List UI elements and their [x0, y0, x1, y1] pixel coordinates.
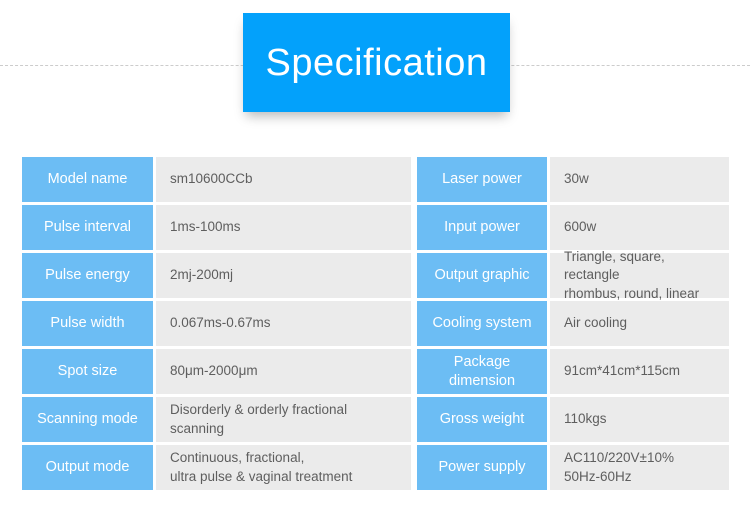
spec-label: Scanning mode: [22, 397, 153, 442]
table-row: Pulse energy 2mj-200mj: [22, 253, 411, 298]
spec-value: Air cooling: [550, 301, 729, 346]
spec-value: 600w: [550, 205, 729, 250]
spec-label: Laser power: [417, 157, 547, 202]
table-row: Input power 600w: [417, 205, 729, 250]
table-row: Pulse interval 1ms-100ms: [22, 205, 411, 250]
table-row: Power supply AC110/220V±10% 50Hz-60Hz: [417, 445, 729, 490]
spec-label: Model name: [22, 157, 153, 202]
spec-value: 30w: [550, 157, 729, 202]
table-row: Cooling system Air cooling: [417, 301, 729, 346]
table-row: Laser power 30w: [417, 157, 729, 202]
spec-value: sm10600CCb: [156, 157, 411, 202]
spec-label: Output mode: [22, 445, 153, 490]
table-row: Pulse width 0.067ms-0.67ms: [22, 301, 411, 346]
spec-label: Cooling system: [417, 301, 547, 346]
spec-table-right: Laser power 30w Input power 600w Output …: [417, 157, 729, 490]
spec-value: 0.067ms-0.67ms: [156, 301, 411, 346]
spec-value: Continuous, fractional, ultra pulse & va…: [156, 445, 411, 490]
title-banner: Specification: [243, 13, 510, 112]
spec-label: Package dimension: [417, 349, 547, 394]
table-row: Scanning mode Disorderly & orderly fract…: [22, 397, 411, 442]
spec-label: Pulse interval: [22, 205, 153, 250]
table-row: Model name sm10600CCb: [22, 157, 411, 202]
table-row: Spot size 80μm-2000μm: [22, 349, 411, 394]
table-row: Output mode Continuous, fractional, ultr…: [22, 445, 411, 490]
spec-label: Spot size: [22, 349, 153, 394]
spec-value: 2mj-200mj: [156, 253, 411, 298]
spec-value: 80μm-2000μm: [156, 349, 411, 394]
spec-label: Pulse energy: [22, 253, 153, 298]
specification-tables: Model name sm10600CCb Pulse interval 1ms…: [22, 157, 729, 490]
table-row: Output graphic Triangle, square, rectang…: [417, 249, 729, 301]
page-header: Specification: [0, 0, 750, 140]
spec-value: 1ms-100ms: [156, 205, 411, 250]
spec-label: Gross weight: [417, 397, 547, 442]
spec-value: 110kgs: [550, 397, 729, 442]
spec-label: Power supply: [417, 445, 547, 490]
spec-label: Pulse width: [22, 301, 153, 346]
spec-label: Output graphic: [417, 253, 547, 298]
spec-value: 91cm*41cm*115cm: [550, 349, 729, 394]
spec-table-left: Model name sm10600CCb Pulse interval 1ms…: [22, 157, 411, 490]
spec-value: Triangle, square, rectangle rhombus, rou…: [550, 249, 729, 301]
page-title: Specification: [265, 41, 488, 84]
spec-label: Input power: [417, 205, 547, 250]
table-row: Gross weight 110kgs: [417, 397, 729, 442]
spec-value: Disorderly & orderly fractional scanning: [156, 397, 411, 442]
table-row: Package dimension 91cm*41cm*115cm: [417, 349, 729, 394]
spec-value: AC110/220V±10% 50Hz-60Hz: [550, 445, 729, 490]
